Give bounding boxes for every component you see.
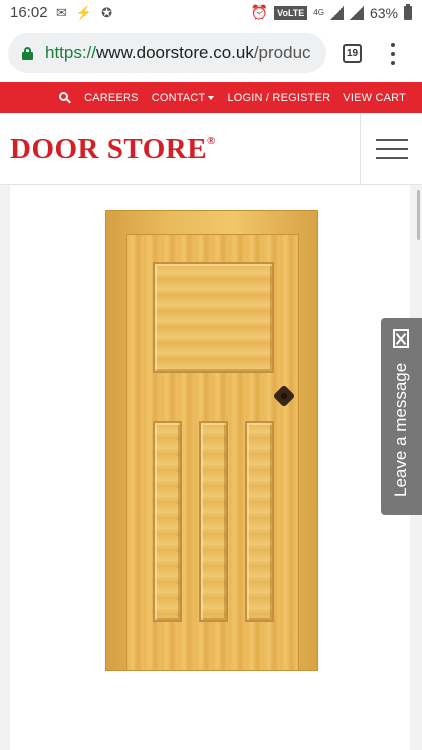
tab-switcher-button[interactable]: 19 (343, 44, 362, 63)
alarm-icon: ⏰ (250, 4, 269, 20)
registered-mark: ® (207, 135, 216, 147)
leave-message-label[interactable]: Leave a message (383, 355, 419, 505)
network-type: 4G (313, 8, 324, 17)
browser-menu-icon[interactable] (388, 43, 398, 65)
door-panel-bottom-left (153, 421, 182, 622)
address-bar[interactable]: https://www.doorstore.co.uk/produc (8, 33, 326, 73)
door-panel-bottom-middle (199, 421, 228, 622)
volte-badge: VoLTE (274, 5, 308, 20)
chevron-down-icon (208, 95, 215, 100)
top-nav: CAREERS CONTACT LOGIN / REGISTER VIEW CA… (0, 82, 422, 113)
accessibility-icon: ✪ (101, 5, 112, 20)
logo-text: DOOR STORE (10, 133, 208, 165)
battery-icon (404, 3, 412, 20)
system-icons: ⏰ VoLTE 4G 63% (250, 3, 412, 21)
url-path: /produc (253, 43, 311, 62)
envelope-icon (393, 329, 409, 348)
battery-percent: 63% (369, 4, 398, 21)
status-bar: 16:02 ✉ ⚡ ✪ ⏰ VoLTE 4G 63% (0, 0, 422, 26)
mail-icon: ✉ (56, 5, 67, 20)
header-divider (360, 113, 361, 185)
signal-icon-2 (349, 5, 364, 20)
nav-contact[interactable]: CONTACT (152, 92, 215, 104)
door-panel-top (153, 262, 274, 373)
search-icon[interactable] (59, 91, 72, 104)
nav-careers[interactable]: CAREERS (84, 92, 139, 104)
door-panel-bottom-right (245, 421, 274, 622)
url-scheme: https:// (45, 43, 97, 62)
notification-icons: ✉ ⚡ ✪ (56, 5, 112, 21)
scrollbar[interactable] (417, 190, 420, 240)
lock-icon[interactable] (22, 46, 33, 60)
site-header: DOOR STORE® (0, 113, 422, 185)
signal-icon (329, 5, 344, 20)
url-text[interactable]: https://www.doorstore.co.uk/produc (45, 43, 311, 63)
door-handle-center (281, 393, 287, 399)
nav-contact-label: CONTACT (151, 91, 206, 104)
hamburger-menu-icon[interactable] (376, 139, 408, 159)
url-host: www.doorstore.co.uk (96, 43, 254, 62)
nav-login-register[interactable]: LOGIN / REGISTER (227, 92, 330, 104)
nav-view-cart[interactable]: VIEW CART (343, 92, 406, 104)
site-logo[interactable]: DOOR STORE® (10, 133, 216, 166)
browser-toolbar: https://www.doorstore.co.uk/produc 19 (0, 26, 422, 82)
lightning-icon: ⚡ (75, 5, 93, 20)
clock: 16:02 (10, 4, 48, 21)
